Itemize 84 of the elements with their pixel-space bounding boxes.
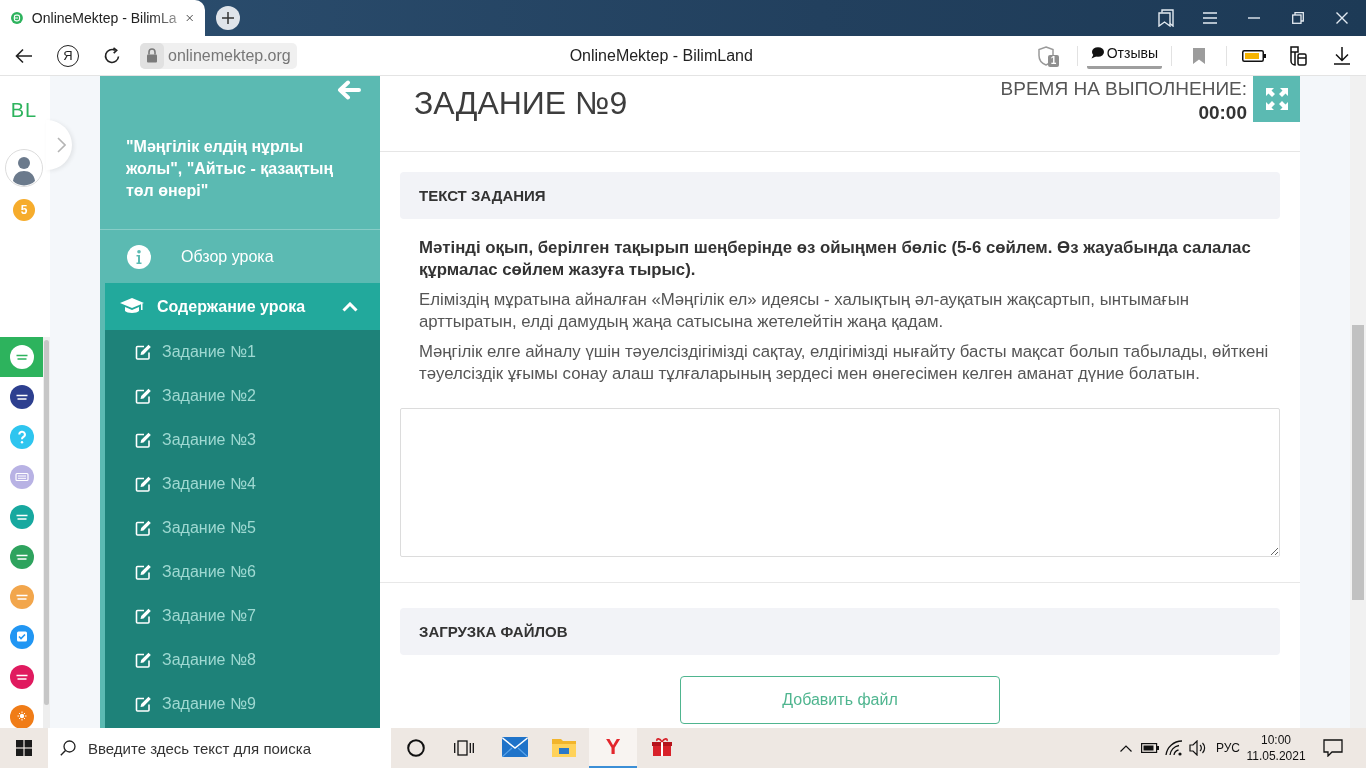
page-title: OnlineMektep - BilimLand (569, 46, 753, 65)
task-link[interactable]: Задание №2 (105, 374, 380, 418)
search-icon (60, 740, 76, 756)
fullscreen-icon (1264, 87, 1289, 111)
reload-icon[interactable] (103, 46, 121, 65)
section-heading: ТЕКСТ ЗАДАНИЯ (400, 172, 1280, 219)
chevron-right-icon (56, 137, 66, 153)
close-icon[interactable] (185, 13, 193, 23)
add-file-button[interactable]: Добавить файл (680, 676, 1000, 724)
bookmark-icon[interactable] (1193, 47, 1205, 64)
circle-icon[interactable] (407, 739, 425, 757)
clock-date[interactable]: 11.05.2021 (1246, 748, 1306, 764)
task-link[interactable]: Задание №1 (105, 330, 380, 374)
edit-icon (135, 696, 152, 712)
timer-value: 00:00 (1198, 101, 1247, 125)
instruction-text: Мәтінді оқып, берілген тақырып шеңберінде өз ойыңмен бөліс (5-6 сөйлем. Өз жауабында салалас құрмалас сөйлем жазуға тырыс). (418, 237, 1252, 281)
sidebar-item[interactable]: Обзор урока (100, 229, 380, 283)
lock-icon (140, 42, 164, 69)
task-view-icon[interactable] (454, 740, 474, 756)
restore-icon[interactable] (1292, 12, 1304, 24)
search-field[interactable]: Введите здесь текст для поиска (48, 728, 391, 768)
envelope-icon (502, 737, 528, 757)
edit-icon (135, 388, 152, 404)
volume-icon[interactable] (1188, 740, 1207, 756)
edit-icon (135, 344, 152, 360)
answer-field[interactable] (400, 408, 1280, 557)
paragraph: Еліміздің мұратына айналған «Мәңгілік ел» идеясы - халықтың әл-ауқатын жақсартып, ынтымағын арттыратын, елді дамудың жаңа сатысына жетелейтін жаңа қадам. (418, 289, 1191, 333)
task-link[interactable]: Задание №3 (105, 418, 380, 462)
section-header[interactable]: Содержание урока (105, 283, 380, 330)
site-favicon-icon (11, 10, 23, 26)
clock-time[interactable]: 10:00 (1261, 732, 1291, 748)
paragraph: Мәңгілік елге айналу үшін тәуелсіздігімізді сақтау, елдігімізді нығайту басты мақсат болып табылады, өйткені тәуелсіздік ұғымы сонау алаш тұлғаларының зердесі мен өнегесімен келген аманат дүние болатын. (418, 341, 1270, 385)
task-link[interactable]: Задание №6 (105, 550, 380, 594)
scrollbar-track[interactable] (43, 337, 50, 728)
menu-icon[interactable] (1203, 12, 1217, 24)
task-link[interactable]: Задание №8 (105, 638, 380, 682)
extension-icon[interactable] (1288, 45, 1308, 66)
edit-icon (135, 608, 152, 624)
back-arrow-icon[interactable] (337, 80, 361, 100)
language-indicator[interactable]: РУС (1215, 741, 1240, 755)
new-tab-button[interactable] (216, 6, 240, 30)
scrollbar-thumb[interactable] (1352, 325, 1364, 600)
tab-title: OnlineMektep - BilimLa (31, 10, 177, 26)
task-title: ЗАДАНИЕ №9 (414, 85, 629, 121)
battery-icon[interactable] (1140, 743, 1159, 753)
timer-label: ВРЕМЯ НА ВЫПОЛНЕНИЕ: (1000, 77, 1247, 101)
windows-icon (16, 740, 32, 756)
shield-icon (1036, 45, 1055, 66)
edit-icon (135, 432, 152, 448)
speech-bubble-icon (1090, 46, 1104, 59)
avatar-icon[interactable] (5, 149, 43, 187)
graduation-cap-icon (120, 298, 144, 315)
task-link[interactable]: Задание №4 (105, 462, 380, 506)
edit-icon (135, 476, 152, 492)
gift-icon (652, 737, 672, 757)
browser-tab[interactable]: OnlineMektep - BilimLa (0, 0, 205, 36)
scrollbar-thumb[interactable] (44, 340, 49, 705)
wifi-icon[interactable] (1164, 740, 1183, 756)
notification-icon[interactable] (1323, 739, 1343, 757)
edit-icon (135, 564, 152, 580)
address-bar[interactable]: onlinemektep.org (140, 42, 297, 69)
info-icon (127, 244, 151, 269)
feedback-button[interactable]: Отзывы (1086, 42, 1162, 69)
lesson-title: "Мәңгілік елдің нұрлы жолы", "Айтыс - қазақтың төл өнері" (126, 137, 335, 201)
taskbar-app[interactable]: Y (589, 728, 637, 768)
download-icon[interactable] (1334, 46, 1350, 65)
logo[interactable]: BL (10, 100, 38, 120)
protection-button[interactable]: 1 (1025, 40, 1066, 71)
task-link[interactable]: Задание №9 (105, 682, 380, 726)
task-link[interactable]: Задание №5 (105, 506, 380, 550)
scrollbar-track[interactable] (1350, 76, 1366, 728)
expand-handle[interactable] (46, 120, 72, 170)
folder-icon (552, 737, 576, 757)
plus-icon (222, 12, 234, 24)
section-heading: ЗАГРУЗКА ФАЙЛОВ (400, 608, 1280, 655)
edit-icon (135, 652, 152, 668)
edit-icon (135, 520, 152, 536)
chevron-up-icon[interactable] (1119, 744, 1132, 752)
collections-icon[interactable] (1157, 9, 1175, 27)
task-link[interactable]: Задание №7 (105, 594, 380, 638)
fullscreen-button[interactable] (1253, 76, 1300, 122)
back-icon[interactable] (15, 47, 33, 64)
battery-icon[interactable] (1242, 49, 1266, 62)
points-badge: 5 (13, 199, 35, 221)
